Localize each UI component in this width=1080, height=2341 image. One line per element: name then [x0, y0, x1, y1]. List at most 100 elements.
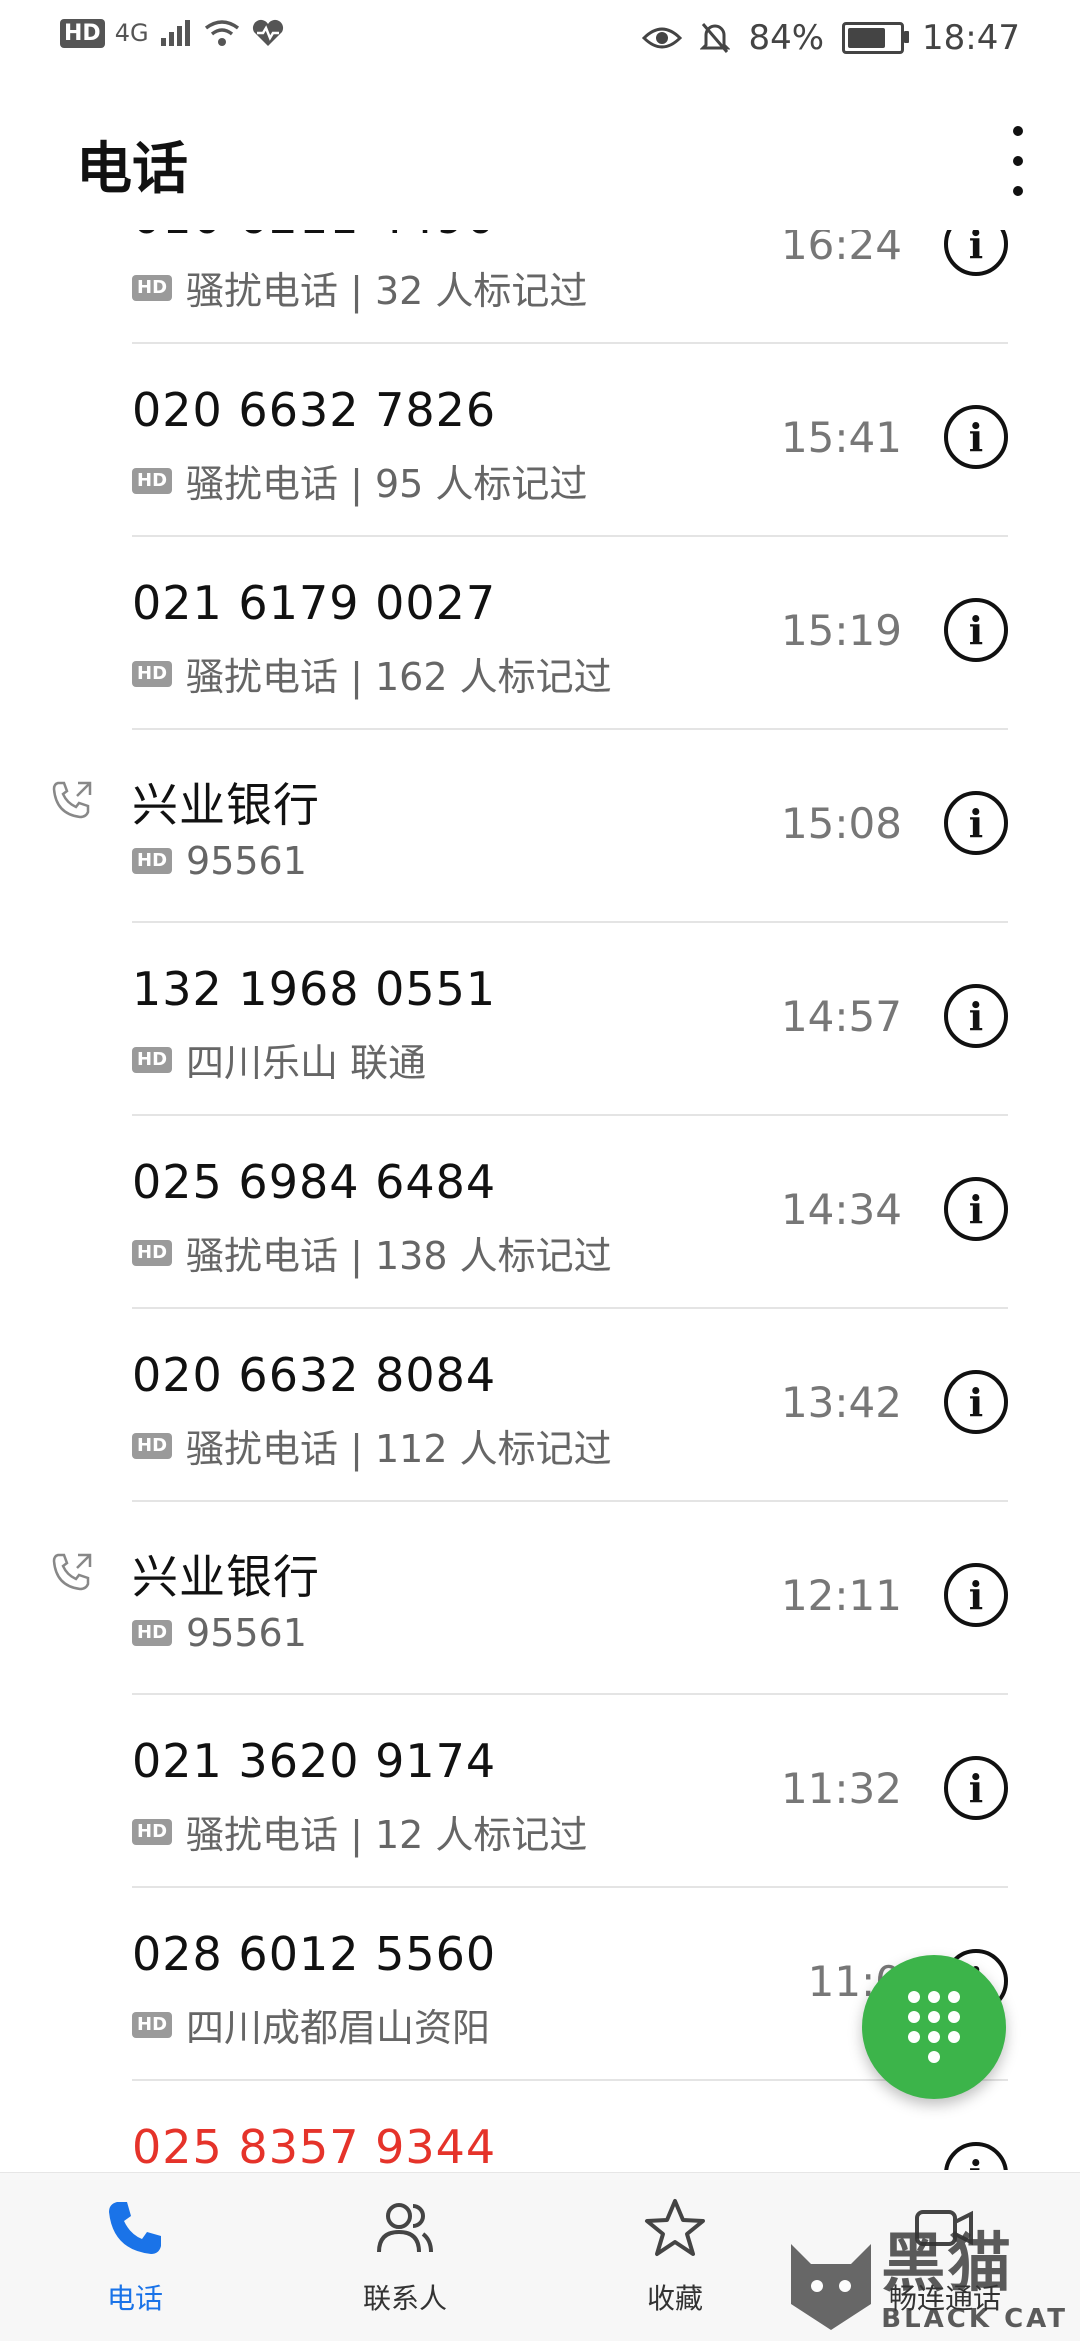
page-title: 电话	[76, 137, 188, 202]
call-log-row[interactable]: 025 6984 6484 HD 骚扰电话 | 138 人标记过 14:34 i	[0, 1117, 1080, 1309]
call-log-row[interactable]: 020 6632 7826 HD 骚扰电话 | 95 人标记过 15:41 i	[0, 345, 1080, 537]
watermark-en: BLACK CAT	[881, 2304, 1068, 2334]
info-icon[interactable]: i	[944, 791, 1008, 855]
watermark: 黑猫 BLACK CAT	[781, 2212, 1068, 2334]
eye-comfort-icon	[642, 27, 683, 49]
call-number: 028 6012 5560	[132, 1927, 497, 1981]
call-detail: 95561	[186, 839, 307, 883]
call-detail: 骚扰电话 | 32 人标记过	[186, 269, 588, 313]
row-divider	[132, 1500, 1008, 1502]
health-heart-icon	[252, 19, 283, 46]
call-time: 14:34	[780, 1185, 902, 1234]
phone-icon	[100, 2193, 170, 2263]
clock: 18:47	[922, 18, 1020, 58]
tab-favorites[interactable]: 收藏	[575, 2173, 775, 2341]
call-subtitle: HD 骚扰电话 | 162 人标记过	[132, 646, 612, 701]
network-type: 4G	[114, 19, 149, 47]
call-detail: 四川乐山 联通	[186, 1041, 427, 1085]
row-divider	[132, 1307, 1008, 1309]
call-subtitle: HD 骚扰电话 | 138 人标记过	[132, 1225, 612, 1280]
mute-bell-icon	[700, 23, 731, 53]
call-time: 15:08	[780, 799, 902, 848]
row-divider	[132, 921, 1008, 923]
call-number: 020 6632 7826	[132, 383, 497, 437]
call-detail: 骚扰电话 | 138 人标记过	[186, 1234, 612, 1278]
hd-badge-icon: HD	[132, 1620, 173, 1646]
call-time: 14:57	[780, 992, 902, 1041]
call-log-row[interactable]: 132 1968 0551 HD 四川乐山 联通 14:57 i	[0, 924, 1080, 1116]
call-subtitle: HD 骚扰电话 | 112 人标记过	[132, 1418, 612, 1473]
call-log-list[interactable]: 010 6211 4490HD骚扰电话 | 32 人标记过16:24i020 6…	[0, 190, 1080, 2170]
tab-phone[interactable]: 电话	[35, 2173, 235, 2341]
call-time: 15:41	[780, 413, 902, 462]
call-time: 12:11	[780, 1571, 902, 1620]
row-divider	[132, 728, 1008, 730]
call-number: 132 1968 0551	[132, 962, 497, 1016]
call-time: 13:42	[780, 1378, 902, 1427]
info-icon[interactable]: i	[944, 1563, 1008, 1627]
more-options-icon[interactable]	[1006, 126, 1030, 196]
call-log-row[interactable]: 021 6179 0027 HD 骚扰电话 | 162 人标记过 15:19 i	[0, 538, 1080, 730]
hd-badge-icon: HD	[132, 1432, 173, 1459]
call-subtitle: HD 95561	[132, 839, 307, 883]
info-icon[interactable]: i	[944, 1177, 1008, 1241]
dialpad-button[interactable]	[862, 1955, 1006, 2099]
call-number: 兴业银行	[132, 1550, 320, 1604]
call-log-row[interactable]: 兴业银行 HD 95561 15:08 i	[0, 731, 1080, 923]
info-icon[interactable]: i	[944, 1370, 1008, 1434]
row-divider	[132, 342, 1008, 344]
outgoing-call-icon	[52, 781, 92, 819]
call-number: 021 3620 9174	[132, 1734, 497, 1788]
call-time: 15:19	[780, 606, 902, 655]
call-detail: 95561	[186, 1611, 307, 1655]
row-divider	[132, 535, 1008, 537]
black-cat-logo-icon	[791, 2244, 872, 2330]
call-detail: 四川成都眉山资阳	[186, 2006, 491, 2050]
call-time: 11:32	[780, 1764, 902, 1813]
call-log-row[interactable]: 020 6632 8084 HD 骚扰电话 | 112 人标记过 13:42 i	[0, 1310, 1080, 1502]
call-number: 025 8357 9344	[132, 2120, 497, 2170]
tab-contacts-label: 联系人	[362, 2282, 447, 2315]
info-icon[interactable]: i	[944, 405, 1008, 469]
tab-contacts[interactable]: 联系人	[305, 2173, 505, 2341]
watermark-cn: 黑猫	[881, 2227, 1014, 2301]
tab-favorites-label: 收藏	[646, 2282, 703, 2315]
row-divider	[132, 2079, 1008, 2081]
row-divider	[132, 1886, 1008, 1888]
call-detail: 骚扰电话 | 162 人标记过	[186, 655, 612, 699]
call-number: 兴业银行	[132, 778, 320, 832]
hd-badge-icon: HD	[132, 848, 173, 874]
battery-icon	[842, 22, 910, 54]
hd-badge-icon: HD	[132, 1239, 173, 1266]
battery-percent: 84%	[748, 18, 825, 58]
signal-icon	[160, 20, 190, 46]
info-icon[interactable]: i	[944, 1756, 1008, 1820]
status-bar: HD 4G 84% 18:47	[0, 0, 1080, 80]
call-detail: 骚扰电话 | 112 人标记过	[186, 1427, 612, 1471]
hd-badge-icon: HD	[132, 1046, 173, 1073]
call-number: 021 6179 0027	[132, 576, 497, 630]
call-subtitle: HD 骚扰电话 | 12 人标记过	[132, 1804, 587, 1859]
call-subtitle: HD 骚扰电话 | 95 人标记过	[132, 453, 587, 508]
call-log-row[interactable]: 兴业银行 HD 95561 12:11 i	[0, 1503, 1080, 1695]
hd-voice-icon: HD	[60, 18, 105, 48]
call-detail: 骚扰电话 | 95 人标记过	[186, 462, 588, 506]
call-log-row[interactable]: 021 3620 9174 HD 骚扰电话 | 12 人标记过 11:32 i	[0, 1696, 1080, 1888]
call-subtitle: HD 四川成都眉山资阳	[132, 1997, 490, 2052]
hd-badge-icon: HD	[132, 2011, 173, 2038]
wifi-icon	[204, 20, 239, 46]
info-icon[interactable]: i	[944, 984, 1008, 1048]
call-detail: 骚扰电话 | 12 人标记过	[186, 1813, 588, 1857]
info-icon[interactable]: i	[944, 2142, 1008, 2170]
call-number: 020 6632 8084	[132, 1348, 497, 1402]
app-header: 电话	[0, 80, 1080, 230]
hd-badge-icon: HD	[132, 274, 173, 301]
info-icon[interactable]: i	[944, 598, 1008, 662]
contacts-icon	[370, 2193, 440, 2263]
call-number: 025 6984 6484	[132, 1155, 497, 1209]
star-icon	[640, 2193, 710, 2263]
row-divider	[132, 1693, 1008, 1695]
call-subtitle: HD 骚扰电话 | 32 人标记过	[132, 260, 587, 315]
call-subtitle: HD 95561	[132, 1611, 307, 1655]
tab-phone-label: 电话	[106, 2282, 163, 2315]
